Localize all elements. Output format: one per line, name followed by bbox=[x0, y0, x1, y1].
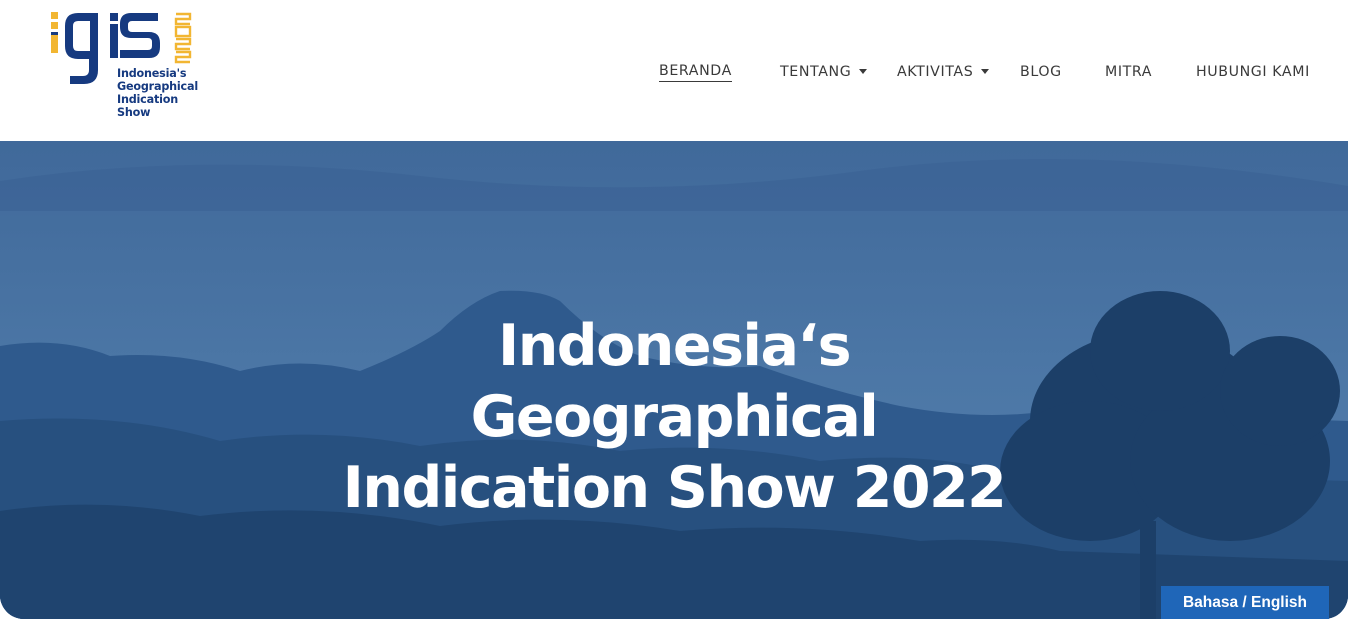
hero-title: Indonesia‘s Geographical Indication Show… bbox=[0, 311, 1348, 524]
chevron-down-icon bbox=[859, 68, 868, 74]
nav-item-aktivitas[interactable]: AKTIVITAS bbox=[897, 58, 990, 84]
nav-item-blog[interactable]: BLOG bbox=[1020, 58, 1062, 84]
nav-item-label: HUBUNGI KAMI bbox=[1196, 64, 1310, 80]
nav-item-label: MITRA bbox=[1105, 64, 1153, 80]
logo-line: Show bbox=[117, 106, 151, 119]
logo-line: Indication bbox=[117, 93, 178, 106]
hero-banner: Indonesia‘s Geographical Indication Show… bbox=[0, 141, 1348, 619]
hero-title-line: Indication Show 2022 bbox=[342, 455, 1007, 521]
nav-item-mitra[interactable]: MITRA bbox=[1105, 58, 1152, 84]
nav-item-label: BERANDA bbox=[659, 61, 732, 82]
hero-title-line: Geographical bbox=[470, 384, 879, 450]
chevron-down-icon bbox=[981, 68, 990, 74]
site-header: Indonesia's Geographical Indication Show… bbox=[0, 0, 1348, 141]
nav-item-tentang[interactable]: TENTANG bbox=[780, 58, 868, 84]
language-toggle-button[interactable]: Bahasa / English bbox=[1161, 586, 1329, 619]
nav-item-label: AKTIVITAS bbox=[897, 64, 974, 80]
main-nav: BERANDA TENTANG AKTIVITAS BLOG MITRA HUB… bbox=[0, 58, 1348, 88]
nav-item-beranda[interactable]: BERANDA bbox=[659, 58, 732, 84]
nav-item-label: TENTANG bbox=[780, 64, 852, 80]
nav-item-hubungi-kami[interactable]: HUBUNGI KAMI bbox=[1196, 58, 1310, 84]
hero-title-line: Indonesia‘s bbox=[498, 313, 852, 379]
nav-item-label: BLOG bbox=[1020, 64, 1062, 80]
